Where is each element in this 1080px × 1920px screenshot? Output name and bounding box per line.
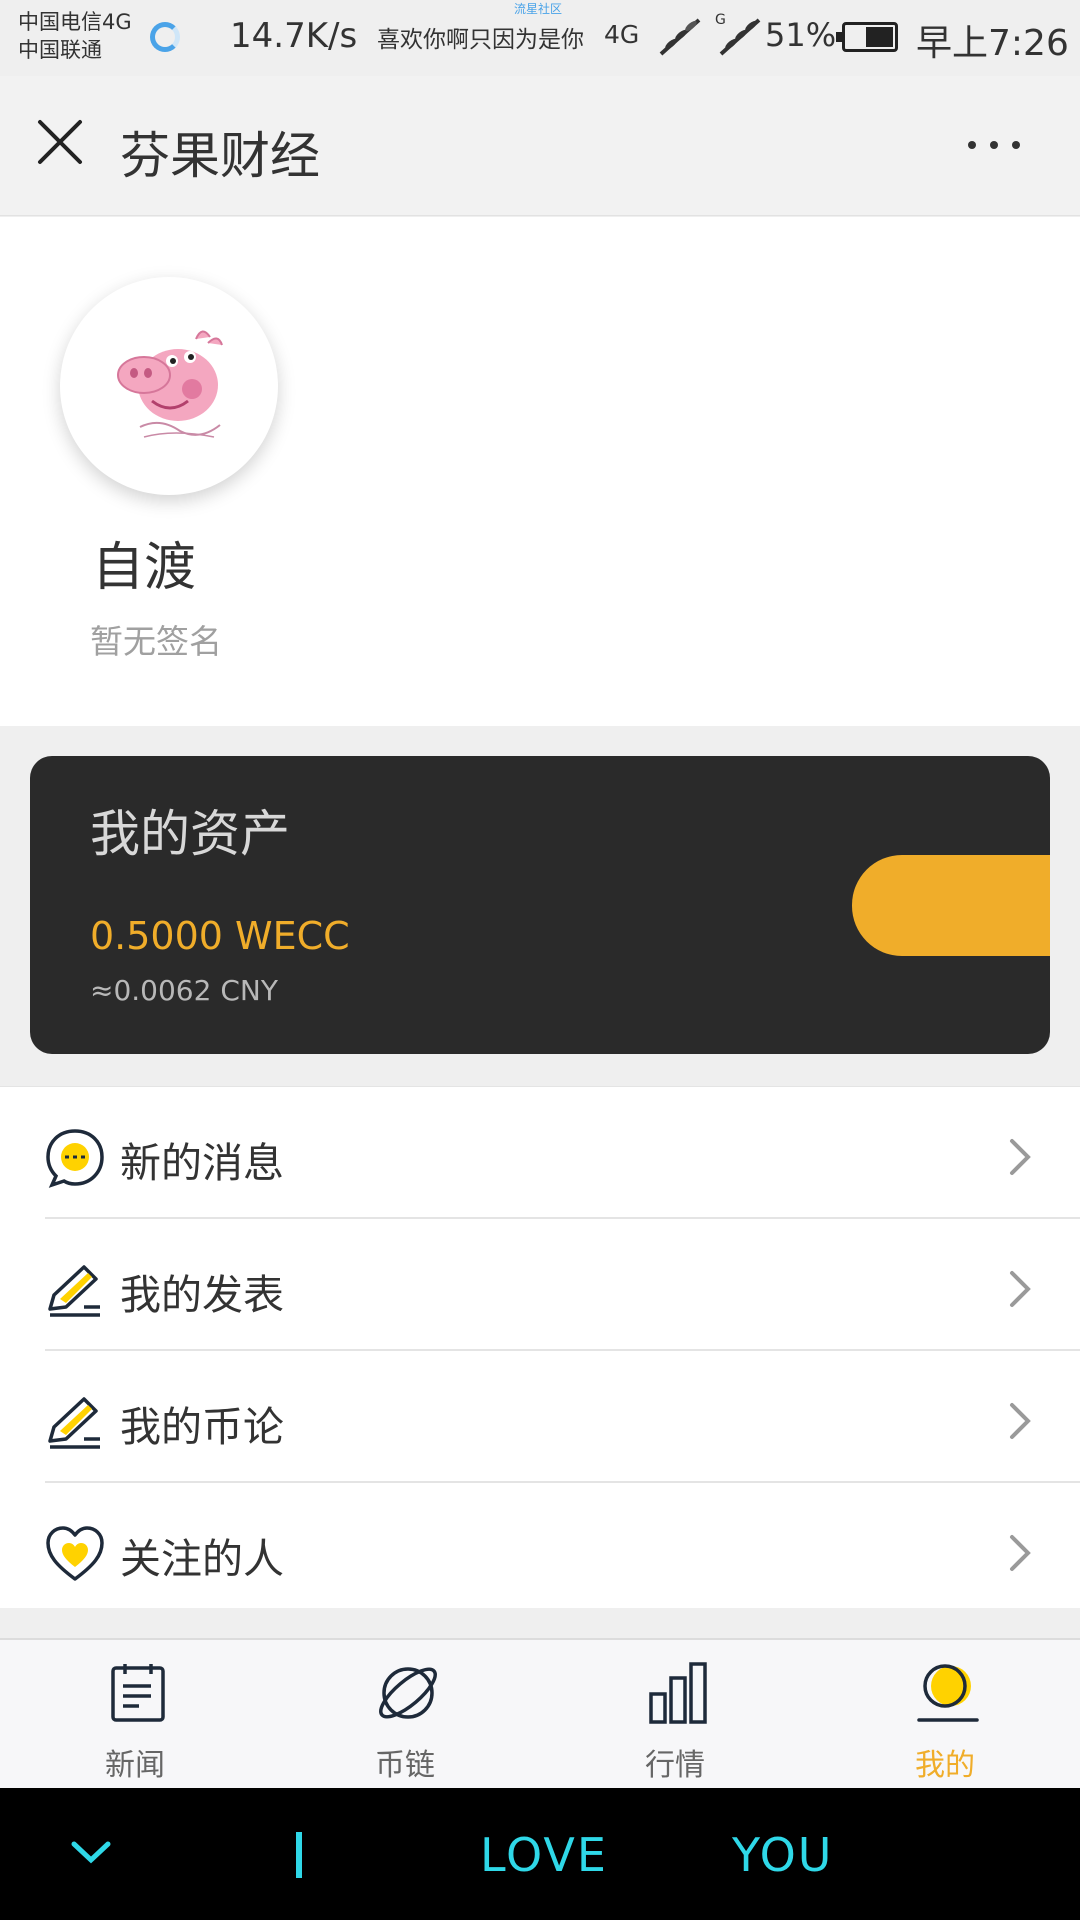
now-playing-text: 喜欢你啊只因为是你 bbox=[377, 27, 584, 53]
avatar[interactable] bbox=[60, 277, 278, 495]
loading-icon bbox=[150, 22, 180, 52]
tab-bar: 新闻 币链 行情 我的 bbox=[0, 1638, 1080, 1788]
bar-chart-icon bbox=[649, 1662, 707, 1724]
tab-mine[interactable]: 我的 bbox=[810, 1640, 1080, 1790]
heart-icon bbox=[46, 1526, 104, 1581]
tab-label: 行情 bbox=[645, 1748, 705, 1783]
svg-text:G: G bbox=[715, 12, 726, 28]
asset-cny-value: ≈0.0062 CNY bbox=[90, 974, 278, 1007]
battery-icon bbox=[836, 22, 898, 52]
menu-item-my-coin-talk[interactable]: 我的币论 bbox=[0, 1351, 1080, 1483]
floating-lyric-bar: LOVE YOU bbox=[0, 1788, 1080, 1920]
chevron-down-icon[interactable] bbox=[68, 1830, 114, 1876]
community-label: 流星社区 bbox=[514, 2, 563, 16]
signature: 暂无签名 bbox=[90, 622, 222, 661]
app-header: 芬果财经 bbox=[0, 76, 1080, 216]
chevron-right-icon bbox=[1010, 1535, 1031, 1571]
menu-item-label: 我的币论 bbox=[120, 1403, 284, 1451]
tab-coin-chain[interactable]: 币链 bbox=[270, 1640, 540, 1790]
close-icon[interactable] bbox=[36, 118, 84, 166]
asset-amount: 0.5000 WECC bbox=[90, 914, 350, 958]
chevron-right-icon bbox=[1010, 1403, 1031, 1439]
lyric-word-1: LOVE bbox=[480, 1828, 608, 1882]
message-icon bbox=[46, 1129, 104, 1188]
signal-icon: G bbox=[715, 12, 761, 56]
pen-icon bbox=[48, 1397, 100, 1449]
news-icon bbox=[111, 1664, 165, 1722]
lyric-divider bbox=[296, 1832, 302, 1878]
carrier-2: 中国联通 bbox=[18, 38, 102, 62]
carrier-1: 中国电信4G bbox=[18, 10, 132, 34]
profile-section: 自渡 暂无签名 bbox=[0, 217, 1080, 726]
network-type: 4G bbox=[604, 20, 640, 49]
pen-icon bbox=[48, 1265, 100, 1317]
tab-label: 我的 bbox=[915, 1748, 975, 1783]
profile-icon bbox=[917, 1664, 979, 1722]
menu-list: 新的消息 我的发表 我的币论 关注的人 bbox=[0, 1086, 1080, 1608]
username: 自渡 bbox=[92, 538, 197, 598]
battery-percent: 51% bbox=[765, 16, 837, 54]
asset-action-button[interactable] bbox=[852, 855, 1050, 956]
status-bar: 中国电信4G 中国联通 14.7K/s 流星社区 喜欢你啊只因为是你 4G G … bbox=[0, 0, 1080, 76]
asset-title: 我的资产 bbox=[90, 805, 290, 863]
tab-news[interactable]: 新闻 bbox=[0, 1640, 270, 1790]
asset-card[interactable]: 我的资产 0.5000 WECC ≈0.0062 CNY bbox=[30, 756, 1050, 1054]
network-speed: 14.7K/s bbox=[230, 16, 358, 56]
page-title: 芬果财经 bbox=[120, 127, 320, 185]
chevron-right-icon bbox=[1010, 1139, 1031, 1175]
carrier-info: 中国电信4G 中国联通 bbox=[18, 8, 132, 64]
tab-market[interactable]: 行情 bbox=[540, 1640, 810, 1790]
menu-item-label: 关注的人 bbox=[120, 1535, 284, 1583]
clock: 早上7:26 bbox=[916, 23, 1069, 64]
pig-avatar-image bbox=[117, 330, 223, 438]
planet-icon bbox=[379, 1667, 437, 1719]
menu-item-label: 我的发表 bbox=[120, 1271, 284, 1319]
menu-item-following[interactable]: 关注的人 bbox=[0, 1483, 1080, 1615]
menu-item-my-posts[interactable]: 我的发表 bbox=[0, 1219, 1080, 1351]
tab-label: 币链 bbox=[375, 1748, 435, 1783]
menu-item-messages[interactable]: 新的消息 bbox=[0, 1087, 1080, 1219]
signal-icon bbox=[659, 18, 701, 56]
lyric-word-2: YOU bbox=[732, 1828, 834, 1882]
chevron-right-icon bbox=[1010, 1271, 1031, 1307]
menu-item-label: 新的消息 bbox=[120, 1139, 284, 1187]
more-options-icon[interactable] bbox=[966, 138, 1022, 152]
tab-label: 新闻 bbox=[105, 1748, 165, 1783]
